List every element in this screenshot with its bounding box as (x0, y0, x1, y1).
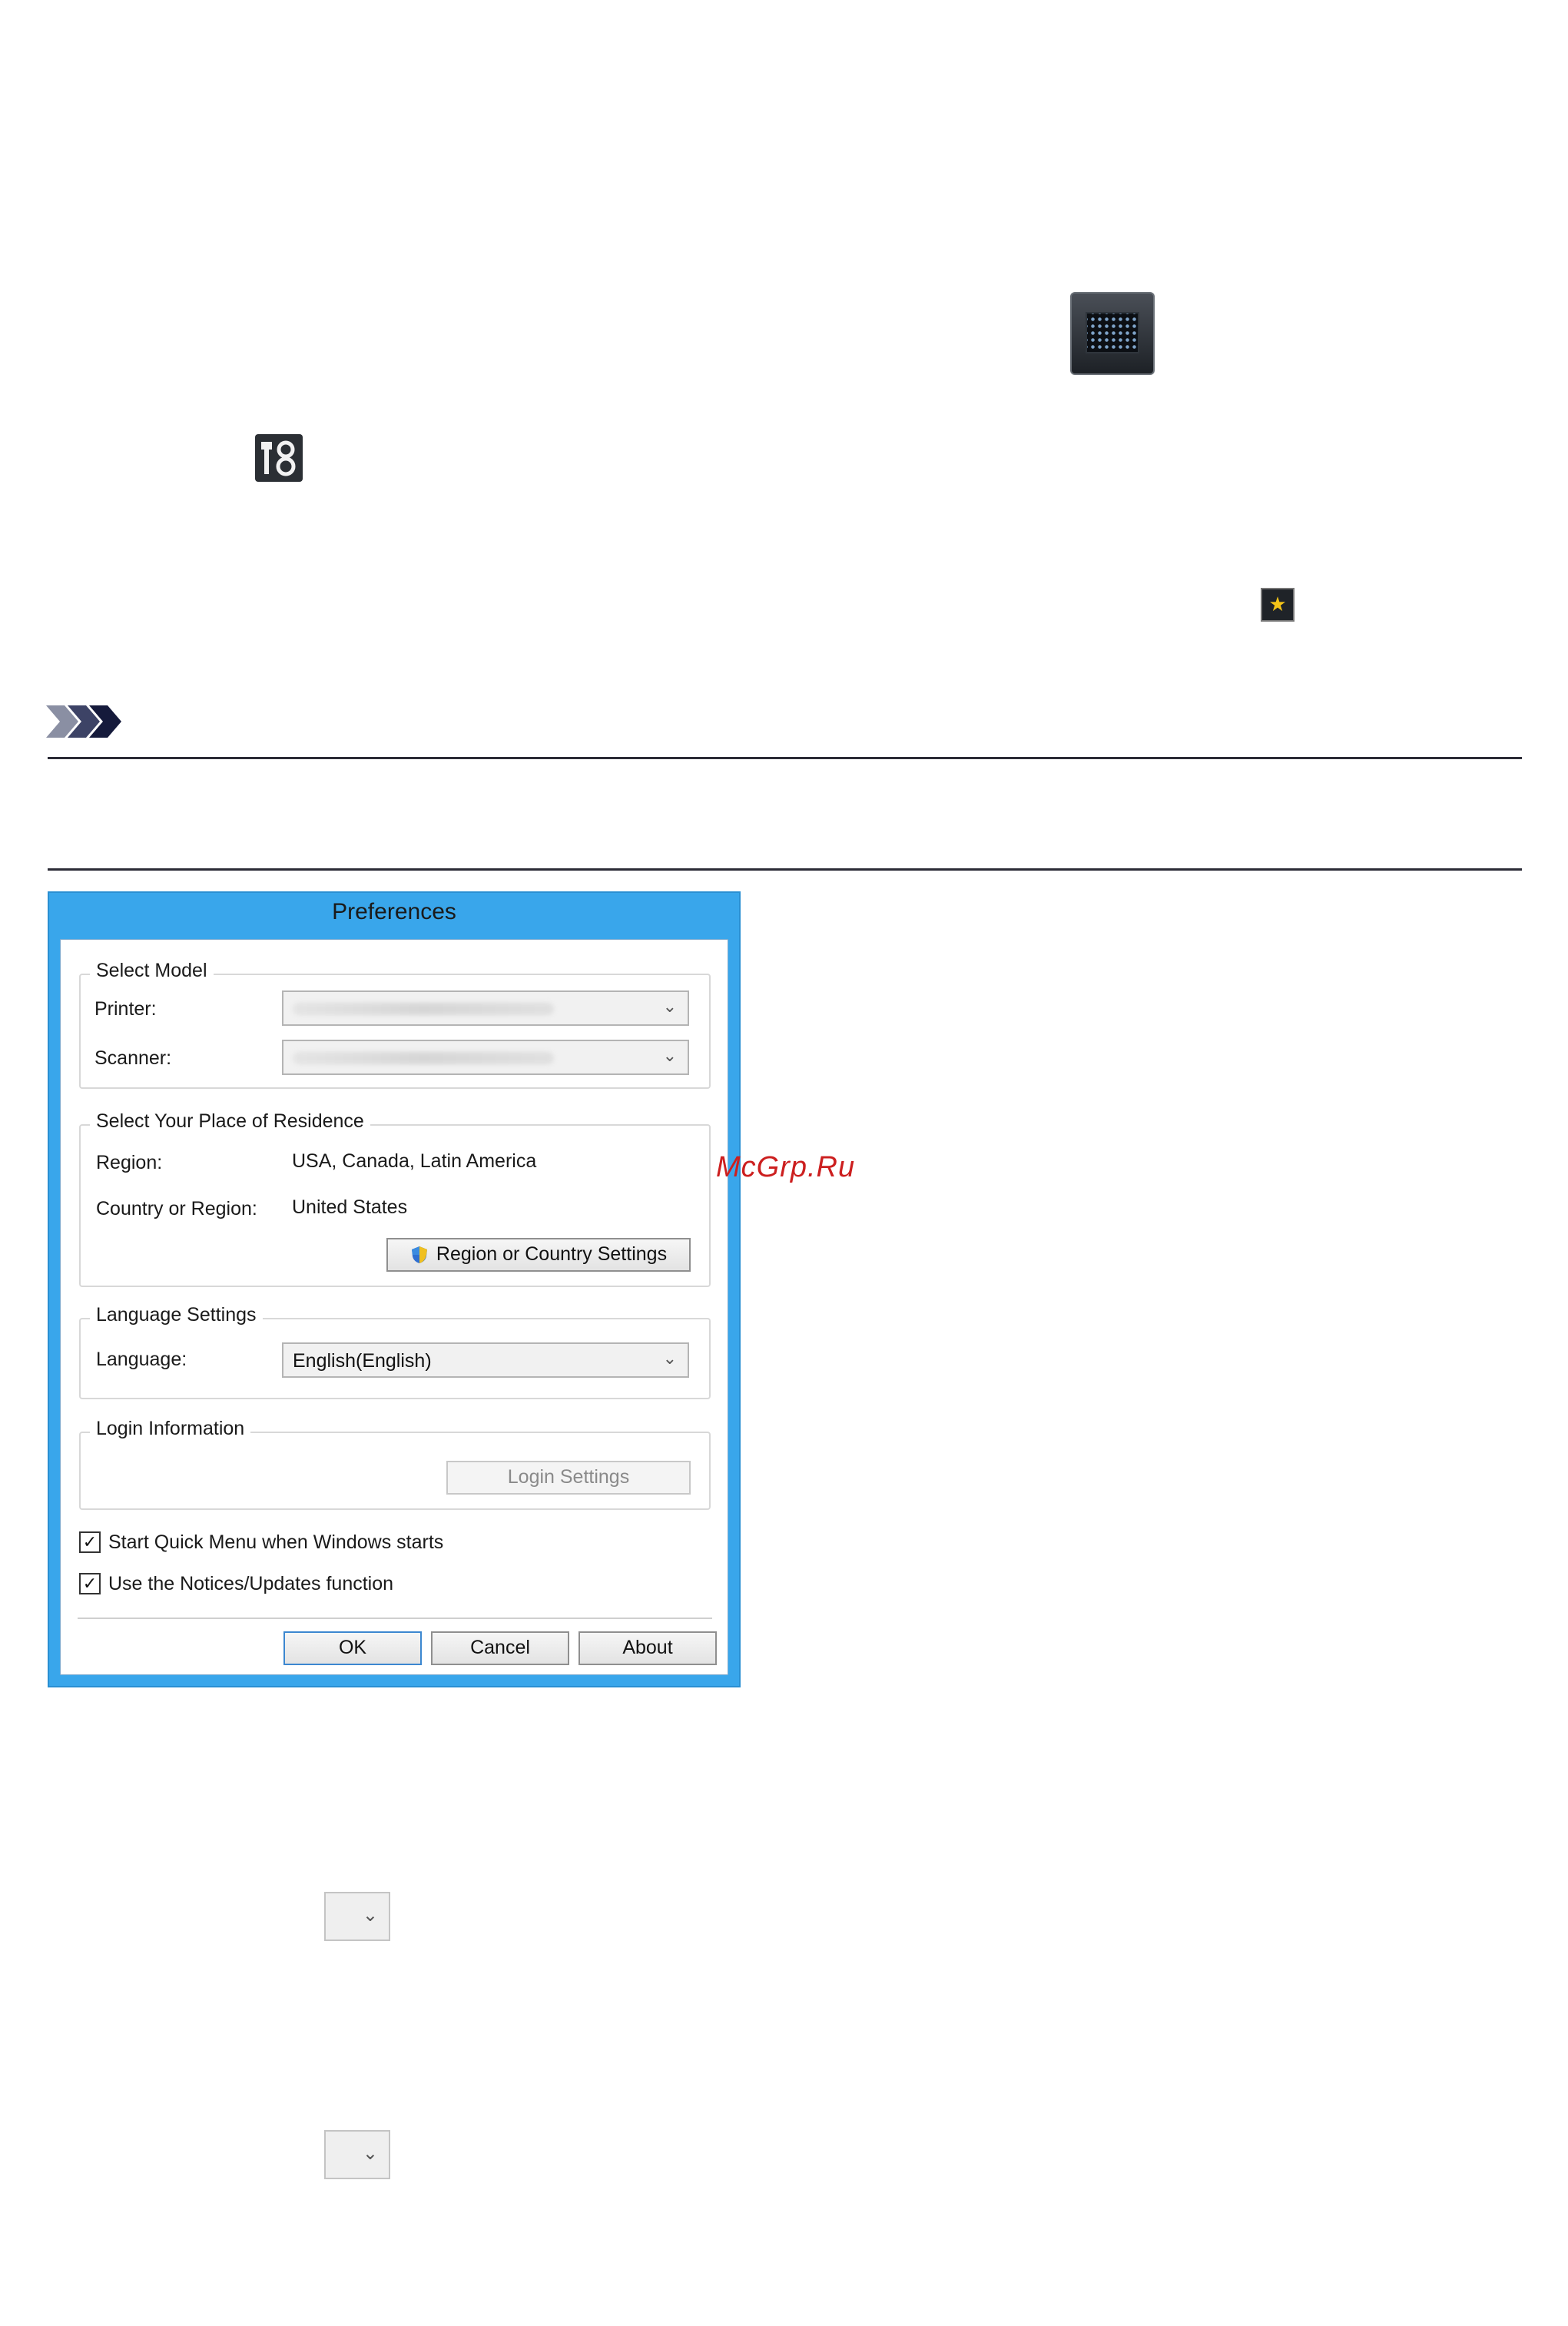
language-label: Language: (96, 1349, 187, 1370)
login-group: Login Information Login Settings (79, 1418, 711, 1510)
settings-tools-icon (255, 434, 303, 482)
country-label: Country or Region: (96, 1198, 257, 1219)
about-button[interactable]: About (578, 1631, 717, 1665)
notices-updates-checkbox[interactable]: ✓ (79, 1573, 101, 1594)
chevron-down-icon: ⌄ (362, 2143, 378, 2164)
select-model-title: Select Model (90, 960, 214, 982)
printer-label: Printer: (94, 998, 157, 1020)
notices-updates-label: Use the Notices/Updates function (108, 1573, 394, 1594)
ok-button[interactable]: OK (283, 1631, 422, 1665)
residence-title: Select Your Place of Residence (90, 1110, 370, 1133)
region-value: USA, Canada, Latin America (292, 1150, 537, 1172)
dropdown-inline-icon: ⌄ (324, 1892, 390, 1941)
login-title: Login Information (90, 1418, 251, 1440)
all-apps-icon (1070, 292, 1155, 375)
button-separator (78, 1618, 712, 1619)
printer-select[interactable]: ⌄ (282, 990, 689, 1026)
language-title: Language Settings (90, 1304, 263, 1326)
note-top-rule (48, 757, 1522, 759)
region-country-settings-button[interactable]: Region or Country Settings (386, 1238, 691, 1272)
select-model-group: Select Model Printer: ⌄ Scanner: ⌄ (79, 960, 711, 1089)
country-value: United States (292, 1196, 408, 1218)
chevron-down-icon: ⌄ (362, 1905, 378, 1926)
language-select[interactable]: English(English) ⌄ (282, 1342, 689, 1378)
scanner-select[interactable]: ⌄ (282, 1040, 689, 1075)
residence-group: Select Your Place of Residence Region: U… (79, 1110, 711, 1287)
dropdown-inline-icon: ⌄ (324, 2130, 390, 2179)
scanner-label: Scanner: (94, 1047, 172, 1069)
watermark-text: McGrp.Ru (716, 1151, 856, 1183)
quick-menu-icon: ★ (1261, 588, 1295, 622)
dialog-client-area: Select Model Printer: ⌄ Scanner: ⌄ Selec… (60, 939, 728, 1675)
region-country-settings-label: Region or Country Settings (436, 1243, 668, 1265)
chevron-down-icon: ⌄ (662, 997, 677, 1016)
preferences-dialog: Preferences Select Model Printer: ⌄ Scan… (48, 891, 741, 1687)
login-settings-button[interactable]: Login Settings (446, 1461, 691, 1495)
chevron-down-icon: ⌄ (662, 1349, 677, 1368)
language-value: English(English) (293, 1350, 432, 1372)
note-bottom-rule (48, 868, 1522, 871)
dialog-title: Preferences (332, 899, 456, 924)
shield-icon (411, 1246, 427, 1264)
language-group: Language Settings Language: English(Engl… (79, 1304, 711, 1399)
start-quick-menu-label: Start Quick Menu when Windows starts (108, 1531, 444, 1553)
start-quick-menu-checkbox[interactable]: ✓ (79, 1531, 101, 1553)
note-icon (46, 705, 121, 738)
cancel-button[interactable]: Cancel (431, 1631, 569, 1665)
region-label: Region: (96, 1152, 163, 1173)
chevron-down-icon: ⌄ (662, 1046, 677, 1065)
